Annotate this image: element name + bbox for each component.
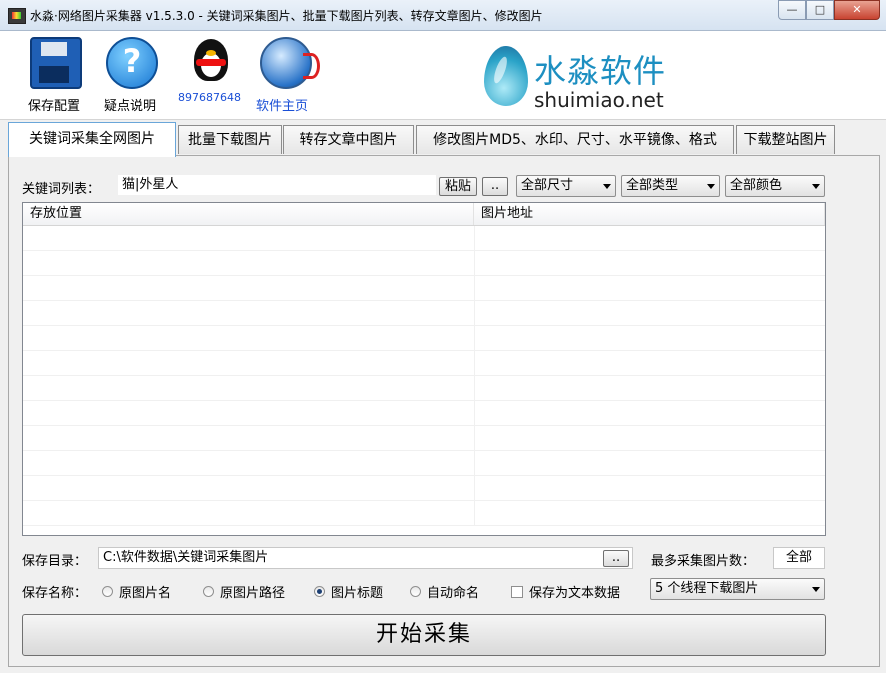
window-title: 水淼·网络图片采集器 v1.5.3.0 - 关键词采集图片、批量下载图片列表、转…: [30, 9, 543, 23]
radio-original-path-label: 原图片路径: [220, 586, 286, 601]
table-row: [23, 501, 825, 526]
table-row: [23, 476, 825, 501]
save-dir-browse-button[interactable]: ..: [603, 550, 629, 567]
radio-selected-icon: [314, 586, 325, 597]
table-header: 存放位置 图片地址: [23, 203, 825, 226]
globe-icon: [260, 37, 320, 89]
checkbox-icon: [511, 585, 523, 598]
thread-count-select[interactable]: 5 个线程下载图片: [650, 578, 825, 600]
keywords-input[interactable]: 猫|外星人: [118, 175, 436, 195]
help-label: 疑点说明: [104, 99, 157, 114]
app-icon: [8, 8, 26, 24]
close-button[interactable]: ✕: [834, 0, 880, 20]
max-count-label: 最多采集图片数：: [651, 554, 756, 569]
qq-contact-button[interactable]: 897687648: [178, 37, 242, 104]
chevron-down-icon: [812, 184, 820, 189]
radio-auto-name-label: 自动命名: [427, 586, 480, 601]
table-row: [23, 251, 825, 276]
chevron-down-icon: [707, 184, 715, 189]
size-filter-select[interactable]: 全部尺寸: [516, 175, 616, 197]
homepage-button[interactable]: 软件主页: [256, 37, 320, 114]
chevron-down-icon: [603, 184, 611, 189]
table-row: [23, 351, 825, 376]
save-config-button[interactable]: 保存配置: [28, 37, 84, 114]
results-table[interactable]: 存放位置 图片地址: [22, 202, 826, 536]
size-filter-value: 全部尺寸: [521, 178, 574, 193]
table-row: [23, 226, 825, 251]
type-filter-value: 全部类型: [626, 178, 679, 193]
table-row: [23, 301, 825, 326]
color-filter-value: 全部颜色: [730, 178, 783, 193]
homepage-label: 软件主页: [256, 99, 309, 114]
max-count-input[interactable]: 全部: [773, 547, 825, 569]
window-controls: — □ ✕: [778, 0, 880, 20]
radio-image-title[interactable]: 图片标题: [314, 582, 383, 601]
brand-logo: 水淼软件 shuimiao.net: [484, 42, 684, 112]
minimize-button[interactable]: —: [778, 0, 806, 20]
toolbar: 保存配置 ? 疑点说明 897687648 软件主页 水淼软件 shuimiao…: [0, 31, 886, 120]
paste-button[interactable]: 粘贴: [439, 177, 477, 196]
water-drop-icon: [484, 46, 528, 106]
thread-count-value: 5 个线程下载图片: [655, 581, 759, 596]
table-row: [23, 401, 825, 426]
save-dir-input[interactable]: C:\软件数据\关键词采集图片: [98, 547, 633, 569]
tab-batch-download[interactable]: 批量下载图片: [178, 125, 282, 154]
table-row: [23, 426, 825, 451]
save-config-label: 保存配置: [28, 99, 81, 114]
brand-name-en: shuimiao.net: [534, 88, 664, 112]
tab-site-download[interactable]: 下载整站图片: [736, 125, 835, 154]
tab-article-images[interactable]: 转存文章中图片: [283, 125, 414, 154]
radio-auto-name[interactable]: 自动命名: [410, 582, 479, 601]
save-as-text-checkbox[interactable]: 保存为文本数据: [511, 582, 620, 601]
save-as-text-label: 保存为文本数据: [529, 586, 621, 601]
save-name-label: 保存名称：: [22, 586, 88, 601]
qq-penguin-icon: [190, 37, 230, 85]
radio-original-path[interactable]: 原图片路径: [203, 582, 285, 601]
brand-name-cn: 水淼软件: [534, 52, 667, 90]
radio-circle-icon: [410, 586, 421, 597]
table-row: [23, 276, 825, 301]
tab-keyword-collect[interactable]: 关键词采集全网图片: [8, 122, 176, 157]
help-button[interactable]: ? 疑点说明: [104, 37, 160, 114]
radio-circle-icon: [102, 586, 113, 597]
chevron-down-icon: [812, 587, 820, 592]
maximize-button[interactable]: □: [806, 0, 834, 20]
tab-modify-images[interactable]: 修改图片MD5、水印、尺寸、水平镜像、格式: [416, 125, 734, 154]
color-filter-select[interactable]: 全部颜色: [725, 175, 825, 197]
help-icon: ?: [106, 37, 158, 89]
column-header-location[interactable]: 存放位置: [23, 203, 474, 225]
column-header-url[interactable]: 图片地址: [474, 203, 825, 225]
radio-original-name-label: 原图片名: [119, 586, 172, 601]
table-row: [23, 451, 825, 476]
save-dir-label: 保存目录：: [22, 554, 88, 569]
keywords-label: 关键词列表：: [22, 182, 101, 197]
table-row: [23, 326, 825, 351]
qq-number-label: 897687648: [178, 91, 241, 104]
keywords-browse-button[interactable]: ..: [482, 177, 508, 196]
table-row: [23, 376, 825, 401]
radio-original-name[interactable]: 原图片名: [102, 582, 171, 601]
floppy-disk-icon: [30, 37, 82, 89]
start-collect-button[interactable]: 开始采集: [22, 614, 826, 656]
radio-circle-icon: [203, 586, 214, 597]
title-bar: 水淼·网络图片采集器 v1.5.3.0 - 关键词采集图片、批量下载图片列表、转…: [0, 0, 886, 31]
type-filter-select[interactable]: 全部类型: [621, 175, 720, 197]
radio-image-title-label: 图片标题: [331, 586, 384, 601]
